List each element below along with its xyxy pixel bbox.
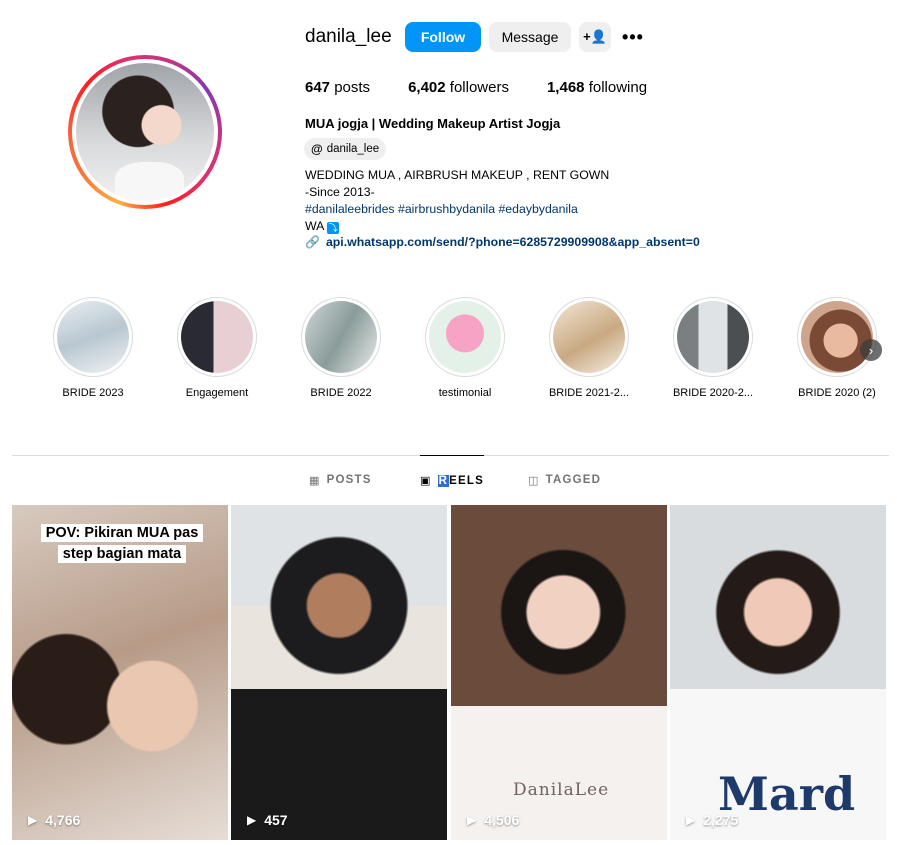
play-icon: ▶ [247, 813, 257, 827]
shirt-print-text: Mard [718, 767, 856, 821]
highlight-item[interactable]: Engagement [162, 297, 272, 399]
following-count[interactable]: 1,468 following [547, 79, 647, 96]
bio-line: -Since 2013- [305, 185, 375, 199]
tab-reels[interactable]: ▣ REELS [420, 455, 484, 505]
more-icon: ••• [622, 26, 644, 47]
reel-tile[interactable]: ▶ 457 [231, 505, 447, 840]
reels-icon: ▣ [420, 475, 432, 487]
chevron-right-icon[interactable]: › [860, 339, 882, 361]
bio-link-text: api.whatsapp.com/send/?phone=62857299099… [325, 235, 700, 249]
profile-bio: WEDDING MUA , AIRBRUSH MAKEUP , RENT GOW… [305, 167, 609, 235]
profile-header: danila_lee Follow Message +👤 ••• 647 pos… [0, 0, 897, 270]
threads-icon: @ [311, 142, 323, 156]
profile-full-name: MUA jogja | Wedding Makeup Artist Jogja [305, 116, 561, 131]
highlight-cover [181, 301, 253, 373]
highlight-cover [57, 301, 129, 373]
reel-tile[interactable]: POV: Pikiran MUA pas step bagian mata ▶ 4,… [12, 505, 228, 840]
reel-views: ▶ 2,275 [686, 812, 739, 828]
followers-count[interactable]: 6,402 followers [408, 79, 509, 96]
bio-line: WEDDING MUA , AIRBRUSH MAKEUP , RENT GOW… [305, 168, 610, 182]
highlight-cover-ring [177, 297, 257, 377]
avatar-image [76, 63, 214, 201]
reel-tile[interactable]: Mard ▶ 2,275 [670, 505, 886, 840]
highlight-label: BRIDE 2020-2... [672, 387, 754, 399]
reel-views: ▶ 4,766 [28, 812, 81, 828]
threads-link[interactable]: @ danila_lee [304, 138, 387, 160]
tab-posts[interactable]: ▦ POSTS [309, 455, 372, 505]
play-icon: ▶ [28, 813, 38, 827]
tab-label: TAGGED [545, 474, 602, 486]
bio-hashtags[interactable]: #danilaleebrides #airbrushbydanila #eday… [305, 201, 609, 218]
play-icon: ▶ [686, 813, 696, 827]
arrow-down-icon: ⤵ [327, 222, 340, 234]
reel-caption: POV: Pikiran MUA pas step bagian mata [37, 523, 207, 565]
follow-button[interactable]: Follow [405, 22, 481, 52]
highlight-cover-ring [301, 297, 381, 377]
highlight-cover [801, 301, 873, 373]
bio-link[interactable]: 🔗 api.whatsapp.com/send/?phone=628572990… [305, 235, 700, 249]
highlight-item[interactable]: BRIDE 2021-2... [534, 297, 644, 399]
reel-views: ▶ 457 [247, 812, 288, 828]
message-button[interactable]: Message [489, 22, 571, 52]
tab-label: POSTS [326, 474, 372, 486]
highlight-cover-ring [549, 297, 629, 377]
story-highlights: BRIDE 2023 Engagement BRIDE 2022 testimo… [0, 297, 897, 407]
highlight-cover-ring [53, 297, 133, 377]
highlight-item[interactable]: BRIDE 2020-2... [658, 297, 768, 399]
highlight-item[interactable]: BRIDE 2022 [286, 297, 396, 399]
watermark-text: DanilaLee [513, 780, 610, 800]
highlight-cover-ring [425, 297, 505, 377]
highlight-cover-ring [673, 297, 753, 377]
profile-stats: 647 posts 6,402 followers 1,468 followin… [305, 79, 647, 96]
tab-tagged[interactable]: ◫ TAGGED [528, 455, 601, 505]
highlight-cover-ring [797, 297, 877, 377]
highlight-label: BRIDE 2021-2... [548, 387, 630, 399]
highlight-cover [677, 301, 749, 373]
reel-tile[interactable]: DanilaLee ▶ 4,506 [451, 505, 667, 840]
highlight-label: BRIDE 2023 [62, 387, 124, 399]
threads-handle: danila_lee [326, 143, 380, 155]
grid-icon: ▦ [309, 474, 321, 487]
bio-line: WA ⤵ [305, 219, 340, 234]
reels-grid: POV: Pikiran MUA pas step bagian mata ▶ 4,… [12, 505, 887, 845]
reel-views: ▶ 4,506 [467, 812, 520, 828]
highlight-cover [429, 301, 501, 373]
suggest-users-button[interactable]: +👤 [579, 22, 611, 52]
add-user-icon: +👤 [583, 29, 607, 44]
reel-thumbnail [231, 505, 447, 840]
avatar-border [72, 59, 218, 205]
highlight-item[interactable]: testimonial [410, 297, 520, 399]
highlight-item[interactable]: BRIDE 2023 [38, 297, 148, 399]
posts-count: 647 posts [305, 79, 371, 96]
highlight-label: BRIDE 2022 [310, 387, 372, 399]
tagged-icon: ◫ [528, 474, 540, 487]
link-icon: 🔗 [305, 235, 320, 249]
play-icon: ▶ [467, 813, 477, 827]
highlight-cover [305, 301, 377, 373]
username: danila_lee [305, 26, 392, 47]
highlight-label: Engagement [185, 387, 249, 399]
profile-tabs: ▦ POSTS ▣ REELS ◫ TAGGED [0, 455, 897, 505]
profile-avatar[interactable] [68, 55, 222, 209]
highlight-label: BRIDE 2020 (2) [798, 387, 876, 399]
highlight-cover [553, 301, 625, 373]
more-options-button[interactable]: ••• [621, 22, 645, 52]
highlight-label: testimonial [438, 387, 492, 399]
tab-label: REELS [437, 474, 484, 487]
